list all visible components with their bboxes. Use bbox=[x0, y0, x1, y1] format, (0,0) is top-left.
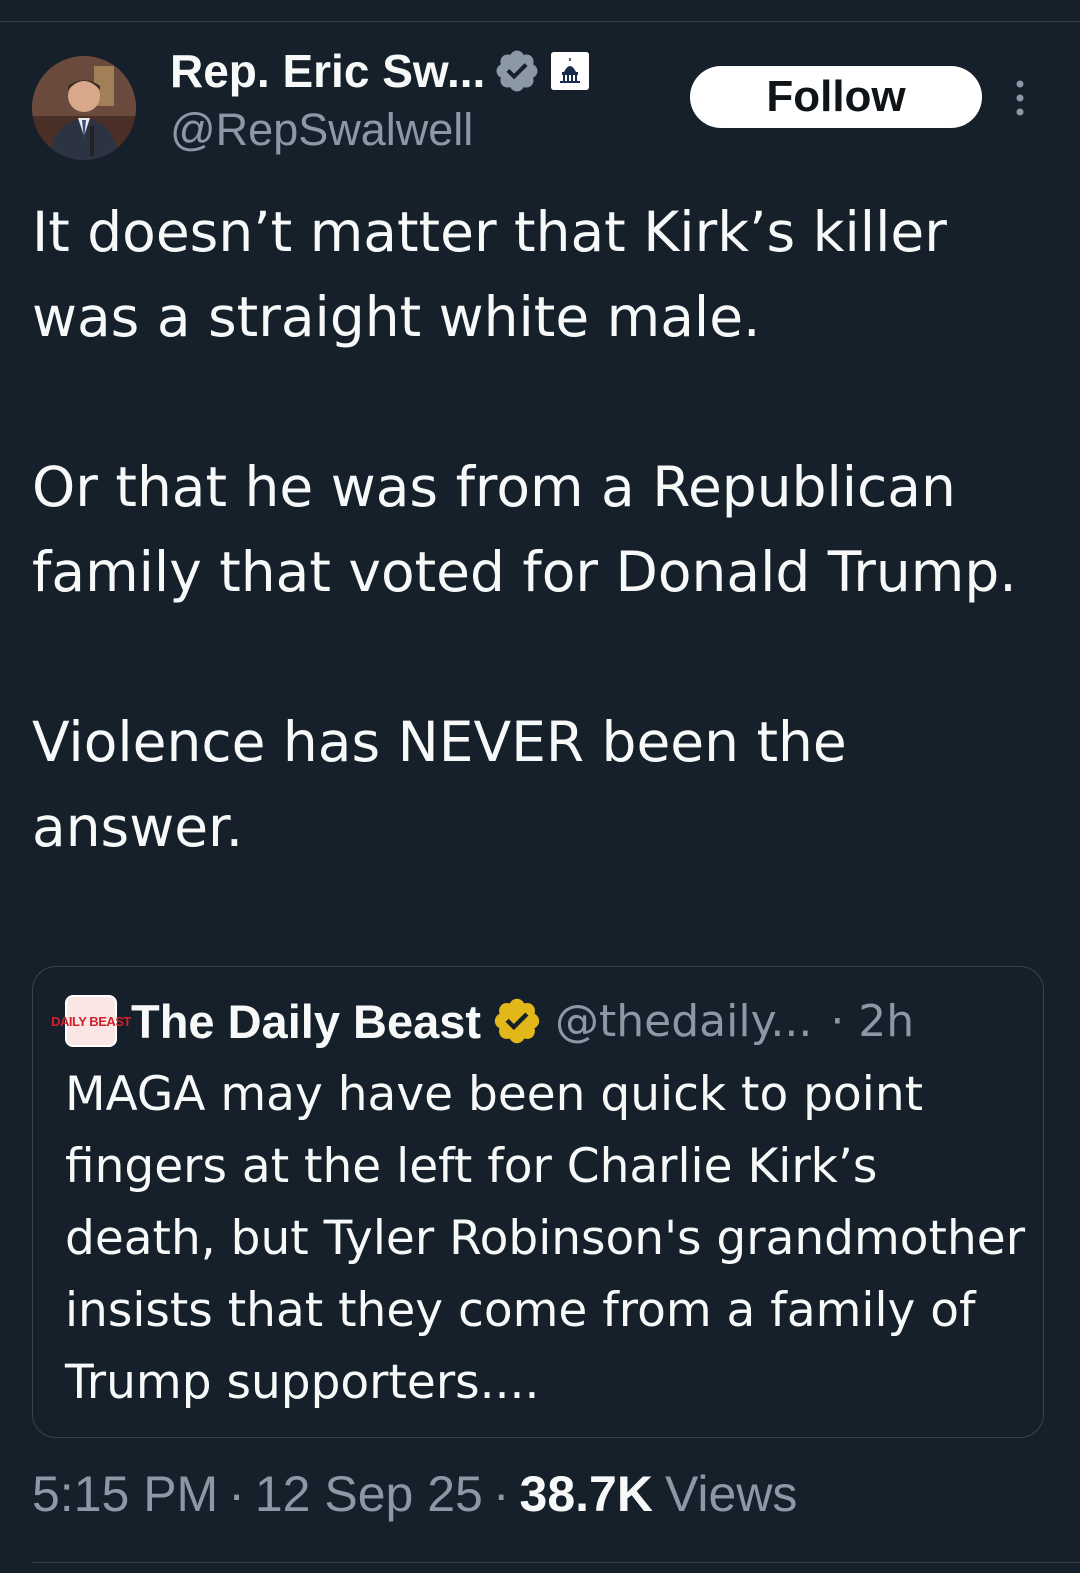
author-handle[interactable]: @RepSwalwell bbox=[170, 104, 473, 156]
quoted-tweet-card[interactable]: DAILY BEAST The Daily Beast @thedaily...… bbox=[32, 966, 1044, 1438]
tweet-time[interactable]: 5:15 PM bbox=[32, 1465, 218, 1523]
author-avatar-image bbox=[32, 56, 136, 160]
author-avatar[interactable] bbox=[32, 56, 136, 160]
author-name-row: Rep. Eric Sw... bbox=[170, 44, 590, 98]
tweet-paragraph: Or that he was from a Republican family … bbox=[32, 455, 1017, 604]
tweet-header: Rep. Eric Sw... @RepSwalwell Follow bbox=[32, 44, 1048, 160]
gold-verified-badge-icon bbox=[491, 995, 543, 1047]
tweet-date[interactable]: 12 Sep 25 bbox=[255, 1465, 483, 1523]
tweet-paragraph: It doesn’t matter that Kirk’s killer was… bbox=[32, 200, 947, 349]
quoted-tweet-header: DAILY BEAST The Daily Beast @thedaily...… bbox=[51, 989, 1013, 1053]
author-display-name[interactable]: Rep. Eric Sw... bbox=[170, 44, 485, 98]
quoted-author-avatar[interactable]: DAILY BEAST bbox=[51, 995, 131, 1047]
tweet-paragraph: Violence has NEVER been the answer. bbox=[32, 710, 847, 859]
quoted-author-handle[interactable]: @thedaily... bbox=[555, 996, 812, 1047]
quoted-avatar-logo-text: DAILY BEAST bbox=[51, 1013, 131, 1029]
meta-separator: · bbox=[228, 1466, 245, 1522]
bottom-divider bbox=[32, 1562, 1080, 1563]
quoted-tweet-text: MAGA may have been quick to point finger… bbox=[65, 1067, 1026, 1410]
government-capitol-icon bbox=[551, 52, 590, 90]
top-divider bbox=[0, 21, 1080, 22]
quoted-tweet-time: · 2h bbox=[830, 995, 915, 1047]
tweet-meta: 5:15 PM · 12 Sep 25 · 38.7K Views bbox=[32, 1465, 797, 1523]
more-vertical-icon[interactable] bbox=[1012, 76, 1028, 120]
quoted-author-display-name[interactable]: The Daily Beast bbox=[131, 994, 481, 1049]
meta-separator: · bbox=[492, 1466, 510, 1522]
follow-button[interactable]: Follow bbox=[690, 66, 982, 128]
verified-badge-icon bbox=[493, 47, 541, 95]
views-count: 38.7K bbox=[519, 1466, 653, 1522]
tweet-body: It doesn’t matter that Kirk’s killer was… bbox=[32, 190, 1042, 870]
views-label: Views bbox=[664, 1466, 798, 1522]
